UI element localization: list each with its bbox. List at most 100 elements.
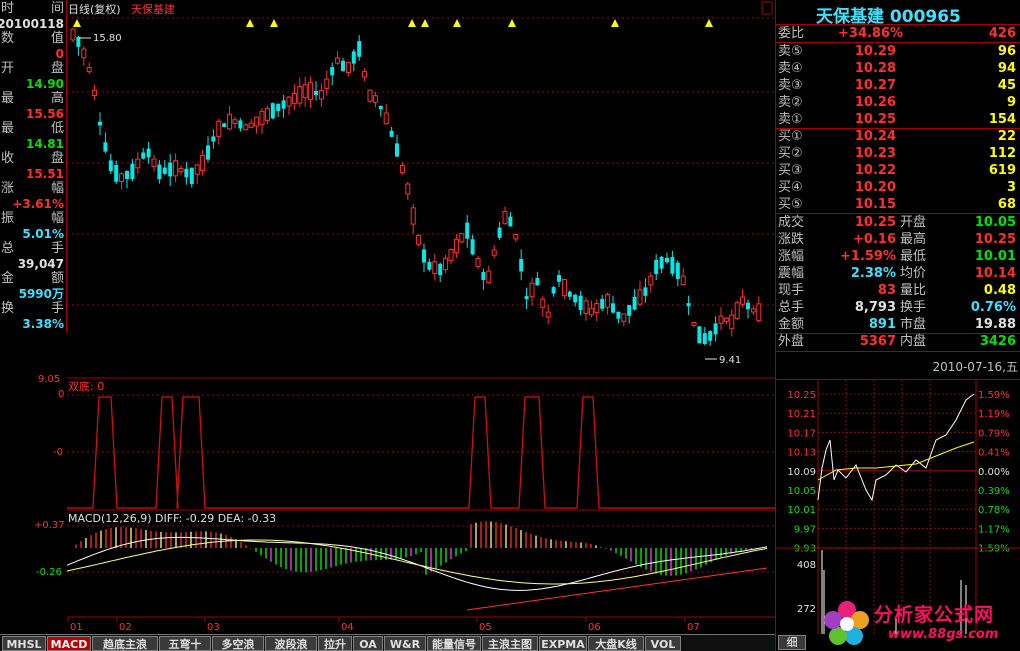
sell-level-volume: 45	[997, 78, 1016, 93]
tab-4[interactable]: 多空浪	[212, 636, 264, 651]
buy-level-label: 买③	[778, 163, 803, 178]
info-label: 总	[1, 241, 15, 256]
macd-dea-line	[67, 539, 768, 585]
tab-5[interactable]: 波段浪	[265, 636, 317, 651]
candle-body	[281, 100, 286, 109]
candle-body	[146, 148, 151, 158]
info-label: 开	[1, 61, 15, 76]
info-label-suffix: 盘	[50, 61, 64, 76]
candle-body	[357, 41, 362, 57]
candle-body	[427, 261, 432, 270]
tab-8[interactable]: W&R	[384, 636, 426, 651]
info-label: 金	[1, 271, 15, 286]
stat-value: 83	[877, 283, 896, 298]
candle-body	[254, 116, 260, 127]
candle-body	[276, 103, 281, 111]
candle-body	[691, 321, 697, 327]
candle-body	[395, 143, 399, 157]
info-label-suffix: 手	[50, 301, 64, 316]
candle-body	[135, 158, 141, 169]
stat-label-2: 最低	[900, 249, 927, 264]
buy-level-label: 买②	[778, 146, 803, 161]
cursor-info-panel: 时间 20100118 数值 0 开盘 14.90 最高 15.56 最低 14.81 收盘 15.5…	[0, 0, 67, 333]
candle-body	[561, 278, 567, 297]
flower-logo-icon	[824, 601, 869, 645]
candle-body	[151, 158, 157, 168]
candle-body	[389, 130, 394, 137]
info-label-suffix: 幅	[50, 211, 64, 226]
buy-signal-markers	[73, 19, 713, 27]
tab-6[interactable]: 拉升	[318, 636, 352, 651]
buy-level-price: 10.24	[854, 129, 896, 144]
tab-7[interactable]: OA	[353, 636, 383, 651]
kline-candles[interactable]	[70, 27, 762, 346]
macd-histogram	[75, 521, 767, 576]
intraday-price-label: 10.13	[787, 448, 816, 459]
candle-body	[750, 308, 756, 313]
candle-body	[232, 119, 238, 124]
candle-body	[141, 152, 146, 159]
month-label: 01	[70, 622, 83, 633]
info-label-suffix: 盘	[50, 151, 64, 166]
stat-value-2: 10.01	[974, 249, 1016, 264]
sell-level-price: 10.26	[854, 95, 896, 110]
candle-body	[216, 120, 222, 137]
buy-signal-icon	[246, 19, 254, 27]
info-row: 时间	[0, 1, 66, 17]
info-label: 收	[1, 151, 15, 166]
info-row: 14.81	[0, 136, 66, 152]
candle-body	[551, 287, 556, 294]
candle-body	[372, 95, 378, 103]
info-value: 5.01%	[22, 227, 64, 241]
info-label-suffix: 间	[50, 1, 64, 16]
info-label: 涨	[1, 181, 15, 196]
candle-body	[535, 277, 540, 286]
outer-inner-row: 外盘 5367 内盘 3426	[776, 333, 1020, 350]
candle-body	[378, 105, 383, 110]
month-label: 04	[341, 622, 354, 633]
tab-1[interactable]: MACD	[47, 636, 91, 651]
tab-11[interactable]: EXPMA	[539, 636, 587, 651]
buy-level-row: 买⑤ 10.15 68	[776, 196, 1020, 213]
info-value: 5990万	[18, 287, 64, 301]
intraday-chart[interactable]: 10.25 1.59% 10.21 1.19% 10.17 0.79% 10.13 0.41%…	[776, 380, 1020, 634]
indicator-tick-zero: 0	[58, 389, 65, 400]
stat-label: 涨幅	[778, 249, 805, 264]
candle-body	[125, 171, 129, 179]
tab-2[interactable]: 趋底主浪	[92, 636, 158, 651]
tab-12[interactable]: 大盘K线	[588, 636, 644, 651]
stat-label: 总手	[778, 300, 805, 315]
stat-value: 8,793	[854, 300, 896, 315]
candle-body	[157, 164, 162, 180]
buy-level-row: 买④ 10.20 3	[776, 179, 1020, 196]
macd-long-line	[466, 567, 768, 611]
intraday-pct-label: 1.59%	[978, 390, 1010, 401]
intraday-avg-line	[817, 441, 975, 481]
stat-label-2: 均价	[900, 266, 927, 281]
stat-value-2: 10.25	[974, 232, 1016, 247]
buy-level-price: 10.15	[854, 197, 896, 212]
tab-10[interactable]: 主浪主图	[482, 636, 538, 651]
info-label-suffix: 手	[50, 241, 64, 256]
candle-body	[108, 160, 113, 172]
sell-level-price: 10.28	[854, 61, 896, 76]
tab-3[interactable]: 五弯十	[159, 636, 211, 651]
tab-13[interactable]: VOL	[645, 636, 681, 651]
chart-corner-box[interactable]	[761, 1, 773, 15]
sell-level-price: 10.29	[854, 44, 896, 59]
candle-body	[330, 67, 335, 76]
tab-0[interactable]: MHSL	[2, 636, 46, 651]
info-row: 最低	[0, 121, 66, 137]
stat-value: 10.25	[854, 215, 896, 230]
side-tab-detail[interactable]: 细	[778, 635, 806, 650]
candle-body	[588, 307, 594, 316]
buy-level-volume: 619	[988, 163, 1016, 178]
candle-body	[189, 167, 194, 185]
buy-signal-icon	[705, 19, 713, 27]
macd-axis-low: -0.26	[36, 567, 62, 578]
stat-label: 震幅	[778, 266, 805, 281]
stat-value-2: 10.14	[974, 266, 1016, 281]
volume-label: 408	[797, 560, 816, 571]
tab-9[interactable]: 能量信号	[427, 636, 481, 651]
chart-area[interactable]: 日线(复权) 天保基建 15.80 9.41 双底: 0 MACD(12,26,…	[67, 0, 775, 634]
